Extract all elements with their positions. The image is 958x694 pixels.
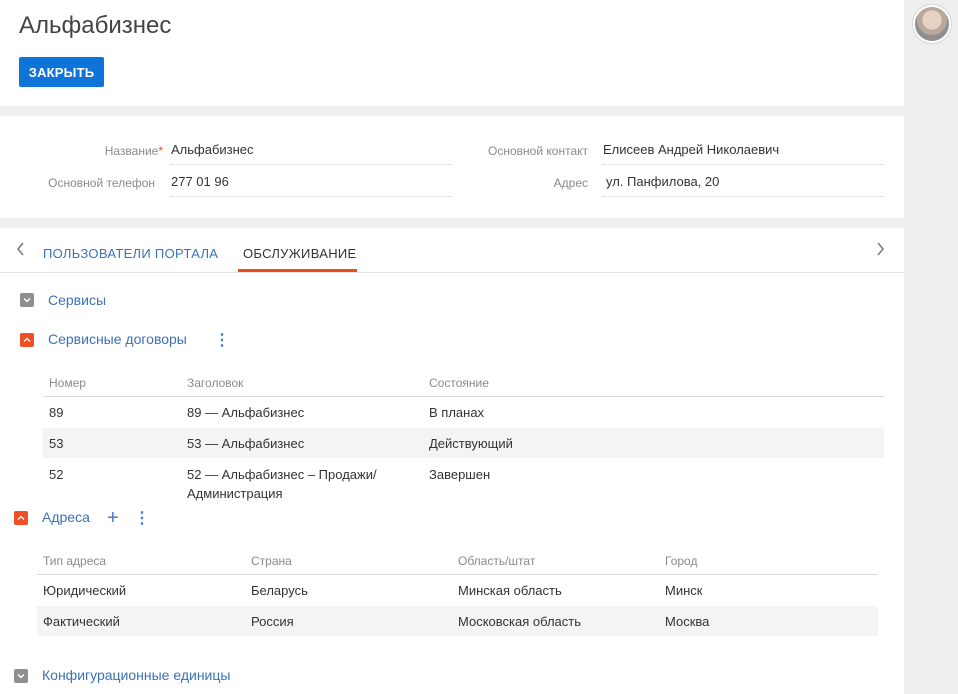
page-title: Альфабизнес bbox=[19, 12, 172, 39]
address-region: Московская область bbox=[458, 614, 582, 629]
required-mark: * bbox=[158, 144, 163, 158]
address-city: Минск bbox=[665, 583, 703, 598]
addresses-col-city: Город bbox=[665, 554, 698, 568]
account-info-card: Название* Альфабизнес Основной телефон 2… bbox=[0, 116, 904, 218]
contract-status: Действующий bbox=[429, 436, 513, 451]
tab-next-icon[interactable] bbox=[876, 242, 885, 261]
contract-title[interactable]: 53 — Альфабизнес bbox=[187, 434, 304, 453]
contracts-col-title: Заголовок bbox=[187, 376, 244, 390]
address-country: Россия bbox=[251, 614, 294, 629]
contact-label: Основной контакт bbox=[488, 144, 588, 158]
address-label: Адрес bbox=[553, 176, 588, 190]
contract-status: В планах bbox=[429, 405, 485, 420]
address-country: Беларусь bbox=[251, 583, 308, 598]
name-label: Название* bbox=[60, 144, 163, 158]
address-field[interactable]: ул. Панфилова, 20 bbox=[602, 173, 883, 197]
table-row[interactable]: 89 89 — Альфабизнес В планах bbox=[43, 397, 884, 428]
contract-title[interactable]: 89 — Альфабизнес bbox=[187, 403, 304, 422]
contract-title-line2[interactable]: Администрация bbox=[187, 484, 283, 503]
addresses-toggle-icon[interactable] bbox=[14, 511, 28, 525]
address-type[interactable]: Юридический bbox=[43, 581, 126, 600]
active-tab-indicator bbox=[238, 269, 357, 272]
contracts-group-title[interactable]: Сервисные договоры bbox=[48, 331, 187, 347]
tab-portal-users[interactable]: ПОЛЬЗОВАТЕЛИ ПОРТАЛА bbox=[43, 246, 218, 261]
addresses-col-region: Область/штат bbox=[458, 554, 536, 568]
tab-bar: ПОЛЬЗОВАТЕЛИ ПОРТАЛА ОБСЛУЖИВАНИЕ bbox=[0, 228, 904, 273]
contract-number: 53 bbox=[49, 436, 64, 451]
contact-field[interactable]: Елисеев Андрей Николаевич bbox=[602, 141, 883, 165]
contracts-toggle-icon[interactable] bbox=[20, 333, 34, 347]
addresses-col-type: Тип адреса bbox=[43, 554, 107, 568]
phone-label: Основной телефон bbox=[48, 176, 155, 190]
phone-field[interactable]: 277 01 96 bbox=[170, 173, 451, 197]
table-row[interactable]: Фактический Россия Московская область Мо… bbox=[37, 606, 878, 636]
addresses-menu-icon[interactable]: ⋮ bbox=[134, 511, 150, 527]
addresses-col-country: Страна bbox=[251, 554, 292, 568]
add-address-icon[interactable]: + bbox=[107, 508, 119, 528]
tab-service[interactable]: ОБСЛУЖИВАНИЕ bbox=[243, 246, 357, 261]
contract-number: 52 bbox=[49, 467, 64, 482]
address-city: Москва bbox=[665, 614, 710, 629]
config-items-toggle-icon[interactable] bbox=[14, 669, 28, 683]
addresses-group-title[interactable]: Адреса bbox=[42, 509, 90, 525]
name-label-text: Название bbox=[104, 144, 159, 158]
right-panel bbox=[905, 0, 958, 694]
tab-prev-icon[interactable] bbox=[16, 242, 25, 261]
contracts-col-number: Номер bbox=[49, 376, 86, 390]
config-items-group-title[interactable]: Конфигурационные единицы bbox=[42, 667, 230, 683]
contracts-menu-icon[interactable]: ⋮ bbox=[214, 333, 230, 349]
user-avatar[interactable] bbox=[913, 5, 951, 43]
tabs-card: ПОЛЬЗОВАТЕЛИ ПОРТАЛА ОБСЛУЖИВАНИЕ Сервис… bbox=[0, 228, 904, 694]
close-button[interactable]: ЗАКРЫТЬ bbox=[19, 57, 104, 87]
contracts-col-status: Состояние bbox=[429, 376, 489, 390]
contract-title[interactable]: 52 — Альфабизнес – Продажи/ bbox=[187, 465, 377, 484]
services-toggle-icon[interactable] bbox=[20, 293, 34, 307]
header-card: Альфабизнес ЗАКРЫТЬ bbox=[0, 0, 904, 106]
contract-status: Завершен bbox=[429, 467, 491, 482]
table-row[interactable]: 53 53 — Альфабизнес Действующий bbox=[43, 428, 884, 458]
table-row[interactable]: Юридический Беларусь Минская область Мин… bbox=[37, 575, 878, 606]
services-group-title[interactable]: Сервисы bbox=[48, 292, 106, 308]
table-row[interactable]: 52 52 — Альфабизнес – Продажи/ Администр… bbox=[43, 458, 884, 504]
address-type[interactable]: Фактический bbox=[43, 612, 120, 631]
address-region: Минская область bbox=[458, 583, 562, 598]
name-field[interactable]: Альфабизнес bbox=[170, 141, 451, 165]
contract-number: 89 bbox=[49, 405, 64, 420]
